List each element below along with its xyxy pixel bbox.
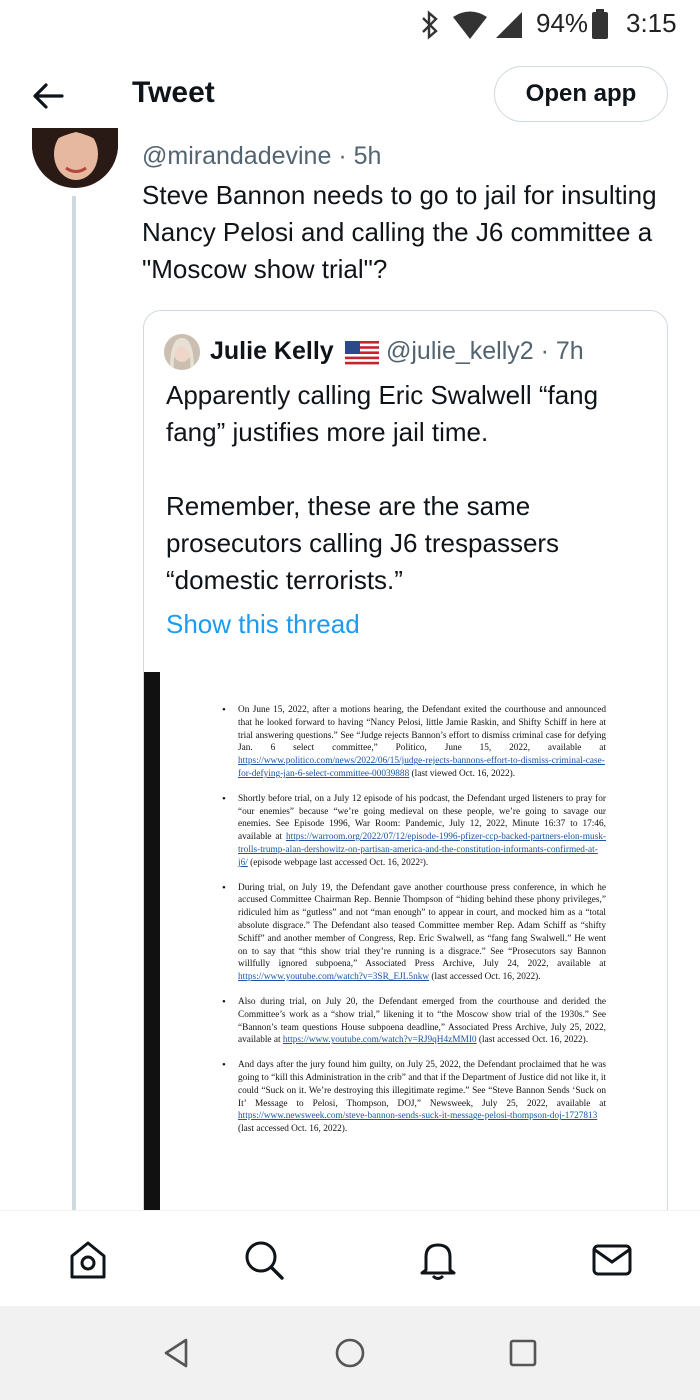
show-thread-link[interactable]: Show this thread [166, 609, 360, 640]
document-item: During trial, on July 19, the Defendant … [222, 882, 606, 984]
author-handle[interactable]: @mirandadevine [142, 142, 331, 170]
document-item: On June 15, 2022, after a motions hearin… [222, 704, 606, 781]
back-triangle-icon[interactable] [160, 1336, 194, 1370]
document-link: https://www.youtube.com/watch?v=RJ9qH4zM… [282, 1035, 477, 1046]
home-icon[interactable] [66, 1238, 110, 1282]
document-edge [144, 672, 160, 1232]
avatar[interactable] [32, 128, 118, 188]
quote-time: 7h [555, 337, 584, 365]
wifi-icon [453, 11, 487, 39]
status-bar: 94% 3:15 [0, 0, 700, 50]
recents-square-icon[interactable] [506, 1336, 540, 1370]
back-arrow-icon[interactable] [26, 78, 70, 114]
battery-percent: 94% [536, 8, 589, 38]
messages-icon[interactable] [590, 1238, 634, 1282]
clock: 3:15 [626, 8, 677, 38]
separator-dot: · [331, 142, 354, 170]
tweet-time: 5h [353, 142, 382, 170]
thread-line [72, 196, 76, 1210]
document-item: Also during trial, on July 20, the Defen… [222, 996, 606, 1047]
document-link: https://www.youtube.com/watch?v=3SR_EJL5… [238, 972, 430, 983]
us-flag-icon [345, 341, 379, 365]
battery-icon [592, 9, 608, 39]
quote-author-name: Julie Kelly [210, 337, 334, 365]
page-title: Tweet [132, 76, 215, 109]
document-list: On June 15, 2022, after a motions hearin… [222, 704, 606, 1148]
open-app-button[interactable]: Open app [494, 66, 668, 122]
search-icon[interactable] [242, 1238, 286, 1282]
quote-handle: @julie_kelly2 [386, 337, 534, 365]
home-circle-icon[interactable] [333, 1336, 367, 1370]
tweet-author-handle[interactable]: @mirandadevine · 5h [142, 142, 381, 171]
notifications-icon[interactable] [416, 1238, 460, 1282]
document-item: And days after the jury found him guilty… [222, 1059, 606, 1136]
document-item: Shortly before trial, on a July 12 episo… [222, 793, 606, 870]
document-link: https://www.newsweek.com/steve-bannon-se… [238, 1111, 598, 1122]
cell-signal-icon [496, 12, 522, 38]
quote-author-handle: @julie_kelly2 · 7h [386, 337, 584, 366]
separator-dot: · [533, 337, 556, 365]
quote-text: Apparently calling Eric Swalwell “fang f… [166, 380, 599, 595]
tweet-text: Steve Bannon needs to go to jail for ins… [142, 180, 657, 284]
bluetooth-icon [422, 10, 438, 40]
quote-avatar [164, 334, 200, 370]
document-image[interactable]: On June 15, 2022, after a motions hearin… [144, 672, 666, 1232]
